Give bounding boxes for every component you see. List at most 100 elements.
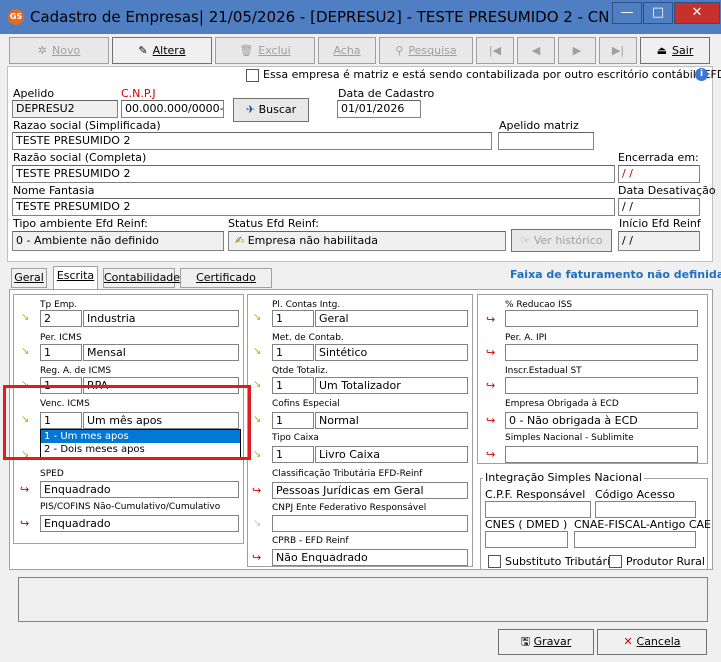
tab-contabilidade[interactable]: Contabilidade (103, 268, 180, 288)
exit-icon: ⏏ (656, 44, 668, 57)
tipo-caixa-code[interactable]: 1 (272, 446, 314, 463)
memo-area[interactable] (18, 577, 708, 622)
tab-geral[interactable]: Geral (11, 268, 47, 288)
cnae-field[interactable] (574, 531, 696, 548)
last-record-button[interactable]: ▶| (599, 37, 637, 64)
sair-label: Sair (672, 44, 694, 57)
cnae-label: CNAE-FISCAL-Antigo CAE (574, 518, 712, 531)
sair-button[interactable]: ⏏ Sair (640, 37, 710, 64)
razao-simpl-label: Razao social (Simplificada) (13, 119, 161, 132)
next-record-button[interactable]: ▶ (558, 37, 596, 64)
pis-label: PIS/COFINS Não-Cumulativo/Cumulativo (40, 502, 221, 512)
save-icon: 🖫 (520, 635, 534, 648)
buscar-label: Buscar (258, 103, 297, 116)
minimize-button[interactable]: — (612, 2, 642, 24)
first-record-button[interactable]: |◀ (476, 37, 514, 64)
title-bar: GS Cadastro de Empresas| 21/05/2026 - [D… (0, 0, 721, 34)
razao-simpl-field[interactable]: TESTE PRESUMIDO 2 (12, 132, 492, 150)
inicio-label: Início Efd Reinf (619, 217, 701, 230)
produtor-checkbox[interactable] (609, 555, 622, 568)
red-arrow-icon: ↪ (486, 346, 496, 359)
matriz-checkbox[interactable] (246, 69, 259, 82)
gravar-button[interactable]: 🖫 Gravar (498, 629, 594, 655)
pesquisa-button[interactable]: ⚲ Pesquisa (379, 37, 473, 64)
encerrada-label: Encerrada em: (618, 151, 699, 164)
razao-completa-label: Razão social (Completa) (13, 151, 147, 164)
prev-record-button[interactable]: ◀ (517, 37, 555, 64)
yellow-arrow-icon: ↘ (253, 414, 262, 425)
novo-button[interactable]: ✲ Novo (9, 37, 109, 64)
fantasia-field[interactable]: TESTE PRESUMIDO 2 (12, 198, 615, 216)
cofins-code[interactable]: 1 (272, 412, 314, 429)
tp-emp-label: Tp Emp. (40, 300, 78, 310)
close-button[interactable]: ✕ (674, 2, 720, 24)
qtde-desc: Um Totalizador (315, 377, 468, 394)
fantasia-label: Nome Fantasia (13, 184, 95, 197)
per-icms-code[interactable]: 1 (40, 344, 82, 361)
ver-historico-button[interactable]: ☞ Ver histórico (511, 229, 612, 252)
altera-button[interactable]: ✎ Altera (112, 37, 212, 64)
ver-historico-label: Ver histórico (533, 234, 603, 247)
info-icon[interactable]: i (695, 68, 708, 81)
cnes-label: CNES ( DMED ) (485, 518, 568, 531)
cancel-x-icon: ✕ (623, 635, 637, 648)
trash-icon: 🗑 (239, 44, 254, 57)
encerrada-field[interactable]: / / (618, 165, 700, 183)
disabled-arrow-icon: ↘ (253, 518, 262, 529)
pl-contas-desc: Geral (315, 310, 468, 327)
pis-field: Enquadrado (40, 515, 239, 532)
acha-label: Acha (333, 44, 361, 57)
highlight-box (3, 385, 251, 460)
met-contab-code[interactable]: 1 (272, 344, 314, 361)
red-arrow-icon: ↪ (252, 551, 262, 564)
gravar-label: Gravar (533, 635, 572, 648)
qtde-code[interactable]: 1 (272, 377, 314, 394)
reg-icms-label: Reg. A. de ICMS (40, 366, 112, 376)
apelido-matriz-label: Apelido matriz (499, 119, 579, 132)
substituto-label: Substituto Tributário (505, 555, 617, 568)
app-icon: GS (8, 9, 24, 25)
tab-escrita[interactable]: Escrita (53, 266, 98, 290)
data-cadastro-field[interactable]: 01/01/2026 (337, 100, 421, 118)
apelido-matriz-field[interactable] (498, 132, 594, 150)
inscr-st-label: Inscr.Estadual ST (505, 366, 582, 376)
reducao-iss-field (505, 310, 698, 327)
faixa-label: Faixa de faturamento não definida (510, 268, 721, 281)
cofins-label: Cofins Especial (272, 399, 340, 409)
obrig-ecd-field: 0 - Não obrigada à ECD (505, 412, 698, 429)
integracao-title: Integração Simples Nacional (483, 471, 644, 484)
substituto-checkbox[interactable] (488, 555, 501, 568)
toolbar: ✲ Novo ✎ Altera 🗑 Exclui Acha ⚲ Pesquisa |◀ … (9, 36, 712, 66)
cnpj-field[interactable]: 00.000.000/0000-00 (121, 100, 224, 118)
exclui-button[interactable]: 🗑 Exclui (215, 37, 315, 64)
desativacao-field[interactable]: / / (618, 198, 700, 216)
matriz-checkbox-label: Essa empresa é matriz e está sendo conta… (263, 68, 721, 81)
tp-emp-code[interactable]: 2 (40, 310, 82, 327)
red-arrow-icon: ↪ (486, 313, 496, 326)
produtor-label: Produtor Rural (626, 555, 705, 568)
cpf-field[interactable] (485, 501, 591, 518)
apelido-field[interactable]: DEPRESU2 (12, 100, 118, 118)
search-globe-icon: ✈ (245, 103, 259, 116)
buscar-button[interactable]: ✈ Buscar (233, 98, 309, 122)
cancela-button[interactable]: ✕ Cancela (597, 629, 707, 655)
novo-label: Novo (52, 44, 81, 57)
yellow-arrow-icon: ↘ (21, 346, 30, 357)
tipo-caixa-label: Tipo Caixa (272, 433, 319, 443)
pl-contas-code[interactable]: 1 (272, 310, 314, 327)
cprb-field: Não Enquadrado (272, 549, 468, 566)
tab-escrita-label: Escrita (56, 269, 95, 282)
window-title: Cadastro de Empresas| 21/05/2026 - [DEPR… (30, 8, 610, 26)
codigo-field[interactable] (595, 501, 696, 518)
cnes-field[interactable] (485, 531, 568, 548)
acha-button[interactable]: Acha (318, 37, 376, 64)
tab-certificado[interactable]: Certificado Digital (180, 268, 272, 302)
met-contab-label: Met. de Contab. (272, 333, 344, 343)
tp-emp-desc: Industria (83, 310, 239, 327)
status-label: Status Efd Reinf: (228, 217, 319, 230)
razao-completa-field[interactable]: TESTE PRESUMIDO 2 (12, 165, 615, 183)
status-icon: ✍ (235, 234, 248, 247)
maximize-button[interactable]: □ (643, 2, 673, 24)
qtde-label: Qtde Totaliz. (272, 366, 328, 376)
altera-label: Altera (152, 44, 186, 57)
